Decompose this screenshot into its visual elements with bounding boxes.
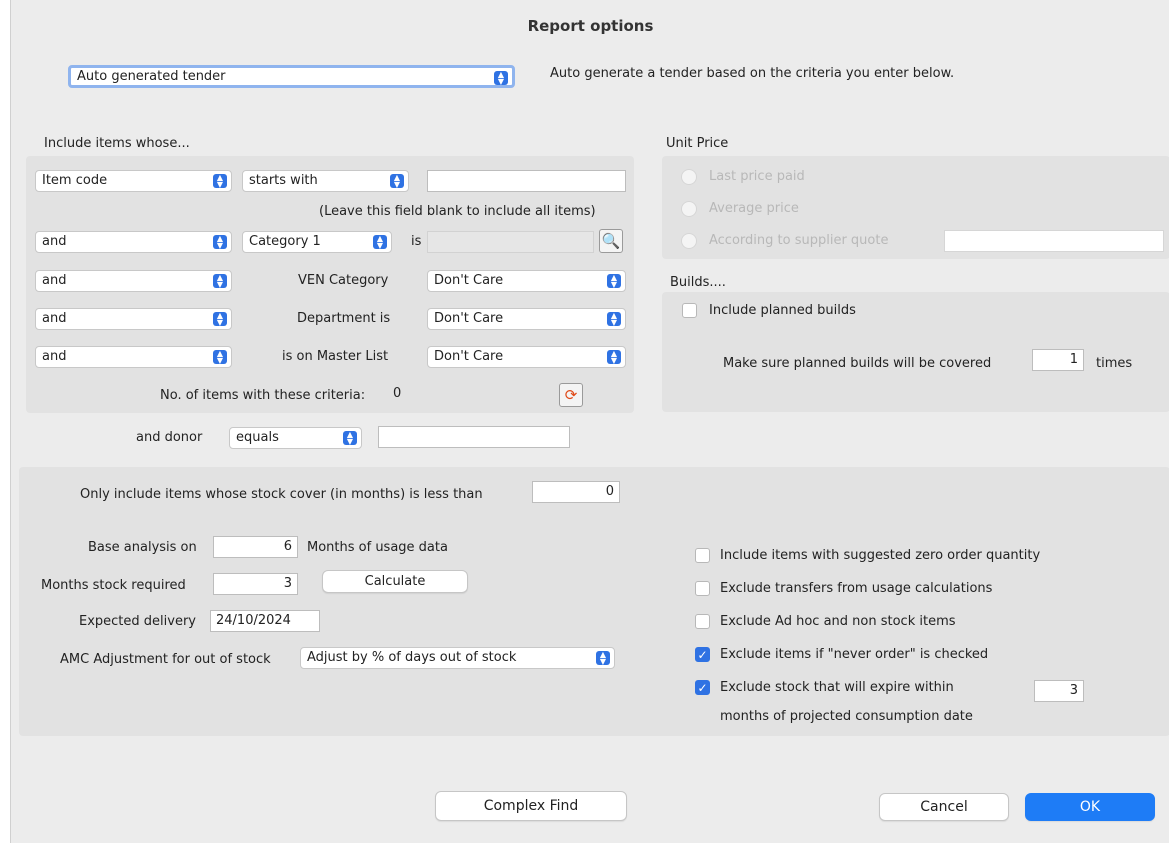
conjunction-value: and [42,311,67,326]
base-analysis-label: Base analysis on [88,540,197,555]
chevron-updown-icon: ▲ ▼ [213,274,227,289]
builds-cover-input[interactable]: 1 [1032,349,1084,371]
master-list-label: is on Master List [282,349,389,364]
is-label: is [411,234,422,249]
months-required-input[interactable]: 3 [213,573,298,595]
report-type-description: Auto generate a tender based on the crit… [550,66,955,81]
expire-months-input[interactable]: 3 [1034,680,1084,702]
builds-heading: Builds.... [670,275,726,290]
conjunction-select-2[interactable]: and ▲ ▼ [35,270,232,292]
ven-category-value: Don't Care [434,273,504,288]
report-type-value: Auto generated tender [77,69,226,84]
months-required-label: Months stock required [41,578,186,593]
search-icon[interactable]: 🔍 [599,229,623,253]
item-count-label: No. of items with these criteria: [160,388,366,403]
dialog-title: Report options [527,17,654,35]
analysis-panel [19,467,1169,736]
filter-value-input[interactable] [427,170,626,192]
donor-operator-select[interactable]: equals ▲ ▼ [229,427,362,449]
zero-qty-checkbox[interactable] [695,548,710,563]
conjunction-select-3[interactable]: and ▲ ▼ [35,308,232,330]
include-planned-builds-label: Include planned builds [709,303,856,318]
chevron-updown-icon: ▲ ▼ [213,350,227,365]
filter-field-value: Item code [42,173,108,188]
never-order-label: Exclude items if "never order" is checke… [720,647,989,662]
last-price-label: Last price paid [709,169,805,184]
supplier-quote-input[interactable] [944,230,1164,252]
conjunction-select-4[interactable]: and ▲ ▼ [35,346,232,368]
filter-field-select[interactable]: Item code ▲ ▼ [35,170,232,192]
radio-last-price[interactable] [681,169,697,185]
department-value: Don't Care [434,311,504,326]
radio-average-price[interactable] [681,201,697,217]
include-planned-builds-checkbox[interactable] [682,303,697,318]
chevron-updown-icon: ▲ ▼ [213,235,227,250]
adhoc-label: Exclude Ad hoc and non stock items [720,614,956,629]
expected-delivery-label: Expected delivery [79,614,196,629]
conjunction-value: and [42,234,67,249]
chevron-updown-icon: ▲ ▼ [213,312,227,327]
category-value: Category 1 [249,234,321,249]
department-label: Department is [297,311,391,326]
times-label: times [1096,356,1133,371]
adhoc-checkbox[interactable] [695,614,710,629]
transfers-label: Exclude transfers from usage calculation… [720,581,993,596]
conjunction-select-1[interactable]: and ▲ ▼ [35,231,232,253]
supplier-quote-label: According to supplier quote [709,233,889,248]
expire-checkbox[interactable]: ✓ [695,680,710,695]
builds-cover-label: Make sure planned builds will be covered [723,356,992,371]
report-options-dialog: Report options Auto generated tender ▲ ▼ … [10,0,1169,843]
chevron-updown-icon: ▲ ▼ [607,350,621,365]
amc-adjustment-label: AMC Adjustment for out of stock [60,652,271,667]
master-list-select[interactable]: Don't Care ▲ ▼ [427,346,626,368]
donor-label: and donor [136,430,203,445]
ven-category-select[interactable]: Don't Care ▲ ▼ [427,270,626,292]
chevron-updown-icon: ▲ ▼ [390,174,404,189]
base-analysis-input[interactable]: 6 [213,536,298,558]
expire-label-2: months of projected consumption date [720,709,973,724]
master-list-value: Don't Care [434,349,504,364]
stock-cover-label: Only include items whose stock cover (in… [80,487,483,502]
complex-find-button[interactable]: Complex Find [435,791,627,821]
donor-operator-value: equals [236,430,279,445]
chevron-updown-icon: ▲ ▼ [494,71,508,85]
ok-button[interactable]: OK [1025,793,1155,821]
donor-value-input[interactable] [378,426,570,448]
amc-adjustment-select[interactable]: Adjust by % of days out of stock ▲ ▼ [300,647,615,669]
stock-cover-input[interactable]: 0 [532,481,620,503]
report-type-select[interactable]: Auto generated tender ▲ ▼ [68,65,515,88]
base-analysis-suffix: Months of usage data [307,540,448,555]
filter-operator-select[interactable]: starts with ▲ ▼ [242,170,409,192]
chevron-updown-icon: ▲ ▼ [373,235,387,250]
ven-category-label: VEN Category [298,273,389,288]
filter-hint: (Leave this field blank to include all i… [319,204,596,219]
average-price-label: Average price [709,201,799,216]
chevron-updown-icon: ▲ ▼ [607,312,621,327]
never-order-checkbox[interactable]: ✓ [695,647,710,662]
zero-qty-label: Include items with suggested zero order … [720,548,1041,563]
chevron-updown-icon: ▲ ▼ [607,274,621,289]
radio-supplier-quote[interactable] [681,233,697,249]
transfers-checkbox[interactable] [695,581,710,596]
department-select[interactable]: Don't Care ▲ ▼ [427,308,626,330]
chevron-updown-icon: ▲ ▼ [343,431,357,446]
filter-operator-value: starts with [249,173,318,188]
unit-price-heading: Unit Price [666,136,729,151]
conjunction-value: and [42,273,67,288]
expire-label: Exclude stock that will expire within [720,680,954,695]
conjunction-value: and [42,349,67,364]
amc-adjustment-value: Adjust by % of days out of stock [307,650,517,665]
calculate-button[interactable]: Calculate [322,570,468,593]
filter-heading: Include items whose... [44,136,190,151]
category-value-input [427,231,594,253]
chevron-updown-icon: ▲ ▼ [213,174,227,189]
refresh-icon[interactable]: ⟳ [559,383,583,407]
expected-delivery-input[interactable]: 24/10/2024 [210,610,320,632]
item-count-value: 0 [393,386,402,401]
chevron-updown-icon: ▲ ▼ [596,651,610,666]
cancel-button[interactable]: Cancel [879,793,1009,821]
category-select[interactable]: Category 1 ▲ ▼ [242,231,392,253]
